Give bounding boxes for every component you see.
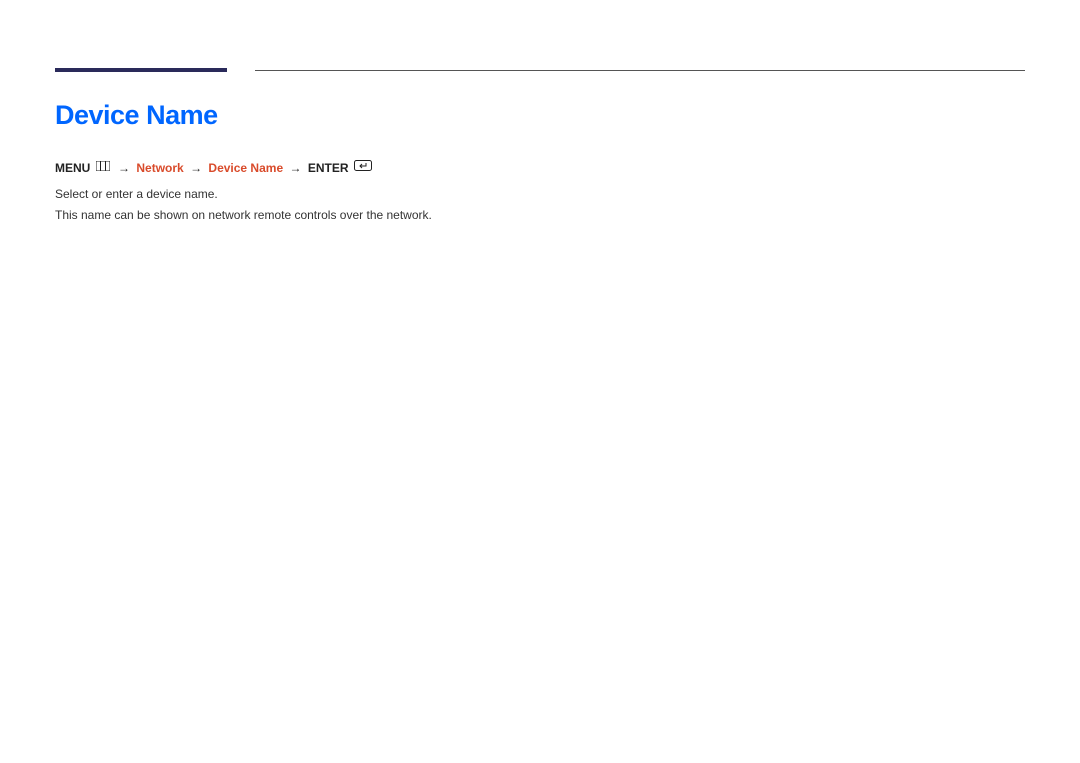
breadcrumb-network: Network: [136, 161, 183, 175]
enter-label: ENTER: [308, 161, 349, 175]
arrow-icon: →: [190, 161, 202, 175]
section-title: Device Name: [55, 100, 1025, 131]
menu-label: MENU: [55, 161, 90, 175]
header-rule: [55, 68, 1025, 72]
body-line-1: Select or enter a device name.: [55, 184, 1025, 204]
rule-thin-segment: [255, 70, 1025, 71]
enter-icon: [354, 158, 372, 177]
arrow-icon: →: [289, 161, 301, 175]
arrow-icon: →: [118, 161, 130, 175]
breadcrumb-device-name: Device Name: [208, 161, 283, 175]
rule-thick-segment: [55, 68, 227, 72]
breadcrumb: MENU → Network → Device Name → ENTER: [55, 159, 1025, 178]
page-container: Device Name MENU → Network → Device Name…: [0, 0, 1080, 225]
menu-icon: [96, 158, 110, 177]
body-line-2: This name can be shown on network remote…: [55, 205, 1025, 225]
